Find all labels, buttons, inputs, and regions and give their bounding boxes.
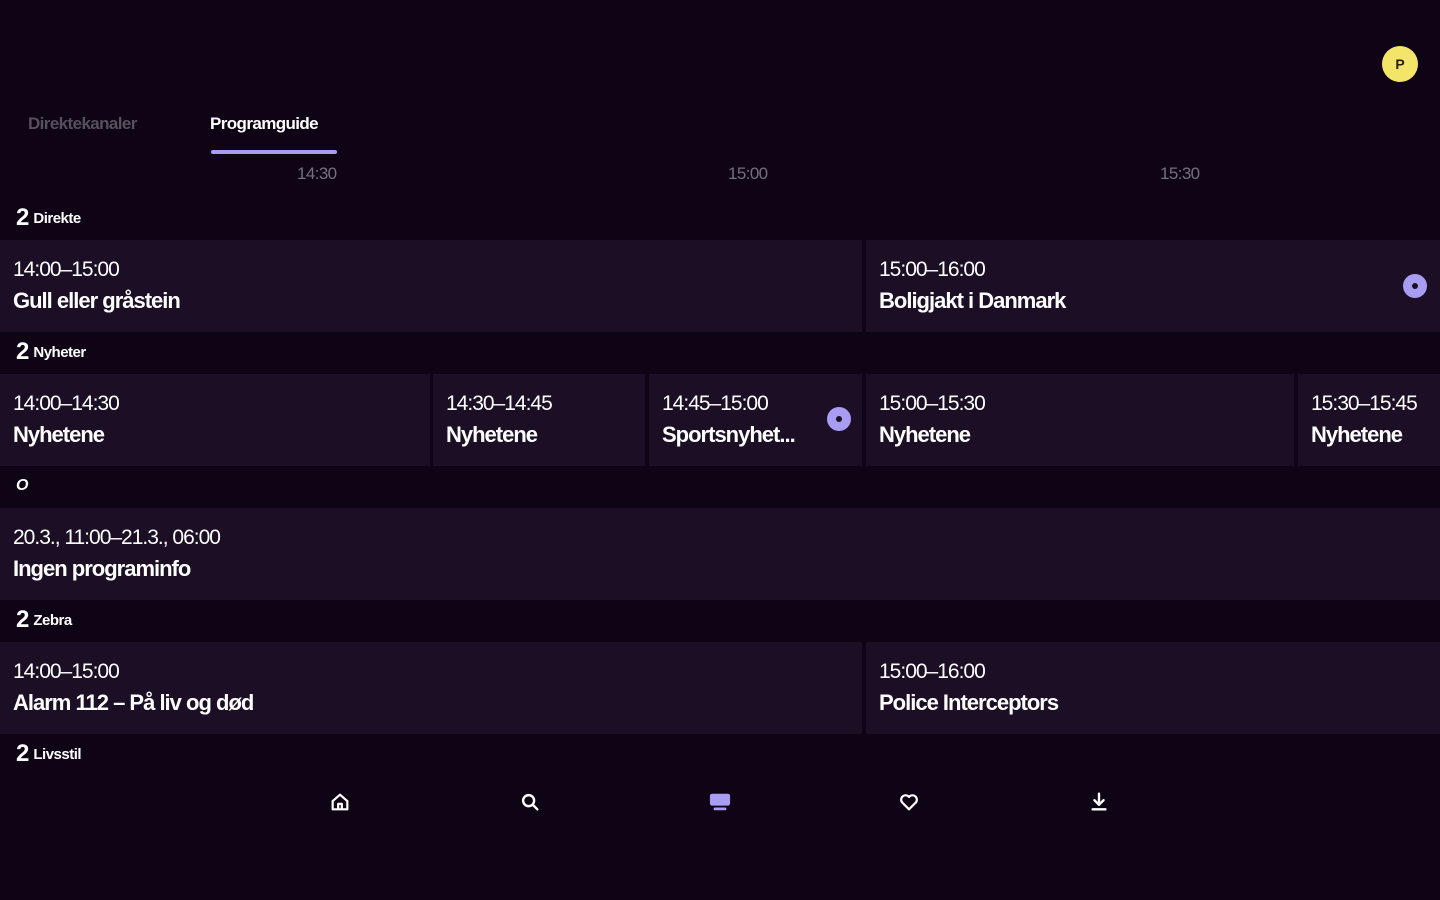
channel-name: Livsstil xyxy=(33,745,82,763)
program-title: Nyhetene xyxy=(1311,422,1403,447)
program-time: 14:00–15:00 xyxy=(13,660,120,683)
nav-tv-guide[interactable] xyxy=(704,786,736,818)
program-time: 15:30–15:45 xyxy=(1311,392,1418,415)
channel-name: Zebra xyxy=(33,611,72,629)
profile-initial: P xyxy=(1395,56,1405,72)
program-cell[interactable]: 20.3., 11:00–21.3., 06:00 Ingen programi… xyxy=(0,508,1440,600)
channel-header-direkte: 2 Direkte xyxy=(16,206,81,230)
time-mark: 14:30 xyxy=(297,164,337,183)
home-icon xyxy=(331,793,349,811)
tab-programguide[interactable]: Programguide xyxy=(210,114,319,134)
tv-guide-icon xyxy=(709,793,731,811)
tv2-logo-icon: 2 xyxy=(16,338,30,365)
program-title: Nyhetene xyxy=(13,422,105,447)
channel-header-zebra: 2 Zebra xyxy=(16,608,72,632)
nav-favorites[interactable] xyxy=(893,786,925,818)
channel-name: Nyheter xyxy=(33,343,86,361)
nav-downloads[interactable] xyxy=(1083,786,1115,818)
program-time: 20.3., 11:00–21.3., 06:00 xyxy=(13,526,221,549)
channel-header-livsstil: 2 Livsstil xyxy=(16,740,82,767)
time-mark: 15:30 xyxy=(1160,164,1200,183)
nav-home[interactable] xyxy=(324,786,356,818)
channel-row-zebra: 14:00–15:00 Alarm 112 – På liv og død 15… xyxy=(0,642,1440,734)
channel-header-unnamed: O xyxy=(16,474,28,498)
heart-icon xyxy=(900,794,918,811)
program-cell[interactable]: 14:00–15:00 Gull eller gråstein xyxy=(0,240,862,332)
program-title: Nyhetene xyxy=(446,422,538,447)
program-title: Alarm 112 – På liv og død xyxy=(13,690,254,715)
program-cell[interactable]: 14:00–14:30 Nyhetene xyxy=(0,374,430,466)
tab-direktekanaler[interactable]: Direktekanaler xyxy=(28,114,137,134)
program-title: Ingen programinfo xyxy=(13,556,191,581)
program-time: 15:00–15:30 xyxy=(879,392,986,415)
bottom-nav xyxy=(0,786,1440,818)
timeline: 14:30 15:00 15:30 xyxy=(0,164,1440,188)
live-indicator-icon xyxy=(1403,274,1427,298)
time-mark: 15:00 xyxy=(728,164,768,183)
program-cell[interactable]: 15:00–15:30 Nyhetene xyxy=(866,374,1294,466)
channel-row-nyheter: 14:00–14:30 Nyhetene 14:30–14:45 Nyheten… xyxy=(0,374,1440,466)
program-title: Nyhetene xyxy=(879,422,971,447)
channel-row-direkte: 14:00–15:00 Gull eller gråstein 15:00–16… xyxy=(0,240,1440,332)
program-time: 15:00–16:00 xyxy=(879,660,986,683)
tv2-logo-icon: 2 xyxy=(16,204,30,231)
program-title: Police Interceptors xyxy=(879,690,1059,715)
channel-row-unnamed: 20.3., 11:00–21.3., 06:00 Ingen programi… xyxy=(0,508,1440,600)
program-time: 14:00–15:00 xyxy=(13,258,120,281)
program-cell[interactable]: 14:00–15:00 Alarm 112 – På liv og død xyxy=(0,642,862,734)
program-cell[interactable]: 15:00–16:00 Police Interceptors xyxy=(866,642,1440,734)
channel-logo-icon: O xyxy=(16,477,29,494)
program-cell[interactable]: 14:30–14:45 Nyhetene xyxy=(433,374,645,466)
program-time: 14:30–14:45 xyxy=(446,392,553,415)
program-title: Gull eller gråstein xyxy=(13,288,181,313)
tv2-logo-icon: 2 xyxy=(16,740,30,767)
program-title: Boligjakt i Danmark xyxy=(879,288,1066,313)
tv2-logo-icon: 2 xyxy=(16,606,30,633)
program-cell[interactable]: 15:00–16:00 Boligjakt i Danmark xyxy=(866,240,1440,332)
program-cell[interactable]: 14:45–15:00 Sportsnyhet... xyxy=(649,374,862,466)
search-icon xyxy=(521,793,539,811)
nav-search[interactable] xyxy=(514,786,546,818)
program-cell[interactable]: 15:30–15:45 Nyhetene xyxy=(1298,374,1440,466)
profile-avatar[interactable]: P xyxy=(1382,46,1418,82)
active-tab-indicator xyxy=(211,150,337,154)
channel-header-nyheter: 2 Nyheter xyxy=(16,340,86,364)
download-icon xyxy=(1091,792,1107,811)
program-time: 14:00–14:30 xyxy=(13,392,120,415)
program-time: 15:00–16:00 xyxy=(879,258,986,281)
channel-name: Direkte xyxy=(33,209,81,227)
live-indicator-icon xyxy=(827,407,851,431)
